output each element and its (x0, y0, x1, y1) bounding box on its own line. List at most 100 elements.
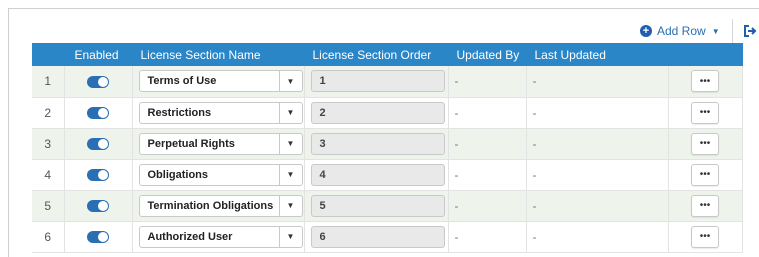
table-row: 3 Perpetual Rights ▼ 3 - - ••• (32, 128, 743, 160)
section-order-field: 3 (310, 132, 445, 155)
license-sections-table: Enabled License Section Name License Sec… (32, 43, 743, 253)
chevron-down-icon[interactable]: ▼ (278, 164, 302, 185)
header-section-name[interactable]: License Section Name (132, 43, 305, 66)
section-order-cell: 1 (304, 66, 449, 98)
actions-cell: ••• (668, 159, 743, 191)
section-name-value: Terms of Use (147, 75, 217, 88)
toggle-knob (98, 139, 108, 150)
chevron-down-icon[interactable]: ▼ (278, 102, 302, 123)
section-name-value: Termination Obligations (147, 199, 274, 212)
add-row-label: Add Row (657, 24, 706, 38)
updated-by-value: - (454, 105, 459, 120)
row-index: 5 (32, 190, 65, 222)
section-name-select[interactable]: Perpetual Rights ▼ (138, 132, 303, 155)
add-row-button[interactable]: + Add Row ▼ (640, 24, 720, 38)
updated-by-cell: - (448, 128, 527, 160)
updated-by-cell: - (448, 190, 527, 222)
table-header-row: Enabled License Section Name License Sec… (32, 43, 743, 66)
toggle-knob (98, 201, 108, 212)
enabled-toggle[interactable] (87, 169, 109, 182)
last-updated-value: - (532, 167, 537, 182)
more-actions-button[interactable]: ••• (691, 132, 719, 155)
row-index: 1 (32, 66, 65, 98)
actions-cell: ••• (668, 128, 743, 160)
enabled-cell (64, 190, 133, 222)
updated-by-value: - (454, 198, 459, 213)
more-actions-button[interactable]: ••• (691, 70, 719, 93)
exit-button[interactable] (743, 24, 757, 38)
section-name-cell: Termination Obligations ▼ (132, 190, 305, 222)
actions-cell: ••• (668, 97, 743, 129)
updated-by-value: - (454, 74, 459, 89)
more-actions-button[interactable]: ••• (691, 101, 719, 124)
more-actions-button[interactable]: ••• (691, 225, 719, 248)
section-order-field: 5 (310, 194, 445, 217)
updated-by-value: - (454, 136, 459, 151)
section-name-value: Perpetual Rights (147, 137, 235, 150)
sign-out-icon (743, 25, 757, 37)
table-row: 6 Authorized User ▼ 6 - - ••• (32, 221, 743, 253)
section-name-select[interactable]: Terms of Use ▼ (138, 70, 303, 93)
last-updated-value: - (532, 105, 537, 120)
enabled-toggle[interactable] (87, 231, 109, 244)
section-name-cell: Restrictions ▼ (132, 97, 305, 129)
actions-cell: ••• (668, 221, 743, 253)
row-index: 4 (32, 159, 65, 191)
last-updated-cell: - (526, 66, 669, 98)
last-updated-value: - (532, 229, 537, 244)
updated-by-value: - (454, 229, 459, 244)
caret-down-icon: ▼ (711, 26, 720, 36)
toggle-knob (98, 108, 108, 119)
chevron-down-icon[interactable]: ▼ (278, 71, 302, 92)
row-index: 6 (32, 221, 65, 253)
last-updated-value: - (532, 136, 537, 151)
section-name-cell: Terms of Use ▼ (132, 66, 305, 98)
section-order-field: 1 (310, 70, 445, 93)
section-name-select[interactable]: Termination Obligations ▼ (138, 194, 303, 217)
enabled-toggle[interactable] (87, 107, 109, 120)
header-section-order[interactable]: License Section Order (304, 43, 449, 66)
section-name-select[interactable]: Obligations ▼ (138, 163, 303, 186)
updated-by-value: - (454, 167, 459, 182)
more-actions-button[interactable]: ••• (691, 194, 719, 217)
section-name-select[interactable]: Authorized User ▼ (138, 225, 303, 248)
row-index: 2 (32, 97, 65, 129)
updated-by-cell: - (448, 66, 527, 98)
section-order-cell: 5 (304, 190, 449, 222)
last-updated-cell: - (526, 159, 669, 191)
header-updated-by[interactable]: Updated By (448, 43, 527, 66)
actions-cell: ••• (668, 190, 743, 222)
section-name-cell: Perpetual Rights ▼ (132, 128, 305, 160)
table-toolbar: + Add Row ▼ (640, 17, 757, 45)
chevron-down-icon[interactable]: ▼ (278, 195, 302, 216)
header-index (32, 43, 65, 66)
table-row: 5 Termination Obligations ▼ 5 - - ••• (32, 190, 743, 222)
section-order-field: 2 (310, 101, 445, 124)
enabled-toggle[interactable] (87, 76, 109, 89)
section-order-cell: 3 (304, 128, 449, 160)
last-updated-value: - (532, 74, 537, 89)
toolbar-divider (731, 19, 733, 43)
last-updated-cell: - (526, 190, 669, 222)
updated-by-cell: - (448, 221, 527, 253)
header-last-updated[interactable]: Last Updated (526, 43, 669, 66)
enabled-cell (64, 97, 133, 129)
last-updated-cell: - (526, 97, 669, 129)
enabled-cell (64, 128, 133, 160)
chevron-down-icon[interactable]: ▼ (278, 226, 302, 247)
section-order-field: 6 (310, 225, 445, 248)
section-name-value: Restrictions (147, 106, 212, 119)
enabled-toggle[interactable] (87, 138, 109, 151)
section-name-select[interactable]: Restrictions ▼ (138, 101, 303, 124)
section-order-field: 4 (310, 163, 445, 186)
chevron-down-icon[interactable]: ▼ (278, 133, 302, 154)
actions-cell: ••• (668, 66, 743, 98)
section-name-cell: Authorized User ▼ (132, 221, 305, 253)
more-actions-button[interactable]: ••• (691, 163, 719, 186)
enabled-toggle[interactable] (87, 200, 109, 213)
section-order-cell: 4 (304, 159, 449, 191)
last-updated-cell: - (526, 128, 669, 160)
updated-by-cell: - (448, 159, 527, 191)
section-name-cell: Obligations ▼ (132, 159, 305, 191)
header-enabled[interactable]: Enabled (64, 43, 133, 66)
